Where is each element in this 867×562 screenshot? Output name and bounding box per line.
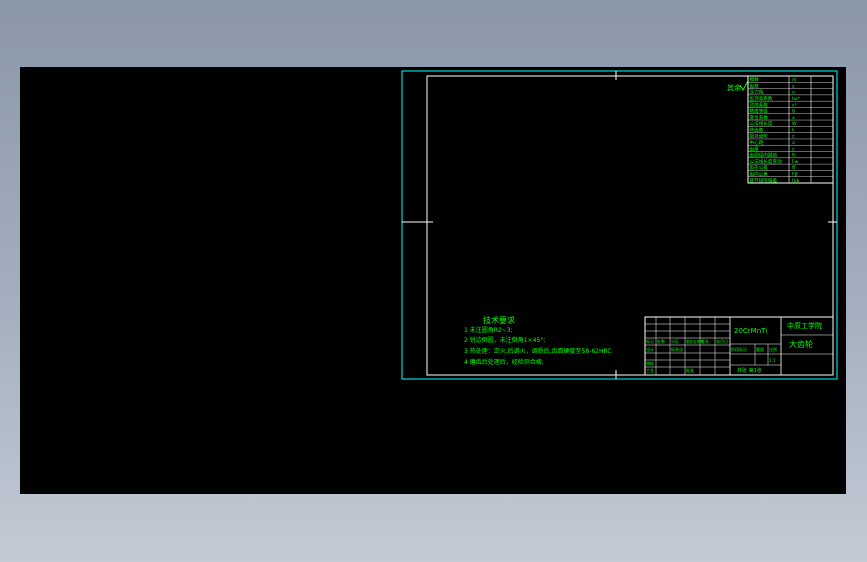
title-block-cell: 年月日 bbox=[716, 338, 728, 344]
param-label: 基节极限偏差 bbox=[750, 177, 778, 184]
param-label: 模数 bbox=[750, 76, 760, 83]
tech-requirements: 技术要求 1 未注圆角R2~3; 2 锐边倒圆，未注倒角1×45°; 3 热处理… bbox=[464, 315, 612, 366]
title-block: 20CrMnTi 中原工学院 大齿轮 共张 第1张 标记 处数 分区 更改文件号… bbox=[644, 316, 834, 376]
param-label: 精度等级 bbox=[750, 108, 769, 115]
model-viewport[interactable]: 其余 模数 m 齿数 z 压力角 α 齿顶高系数 ha* 顶隙系数 c* 精度等级 8 变位系数 x 公法线… bbox=[20, 67, 846, 494]
param-label: 跨齿数 bbox=[750, 126, 764, 133]
title-block-cell: 标记 bbox=[646, 338, 654, 344]
title-block-cell: 阶段标记 bbox=[731, 346, 747, 352]
title-block-cell: 批准 bbox=[686, 367, 694, 373]
cad-drawing: 其余 模数 m齿数 z压力角 α齿顶高系数 ha*顶隙系数 c*精度等级 8变位系数 x公法线… bbox=[401, 70, 838, 380]
param-label: 齿圈径向跳动 bbox=[750, 152, 778, 159]
title-block-company: 中原工学院 bbox=[787, 321, 822, 330]
title-block-cell: 签名 bbox=[701, 338, 709, 344]
param-label: 配对齿轮 bbox=[750, 133, 769, 140]
tech-requirement-1: 1 未注圆角R2~3; bbox=[464, 326, 513, 334]
param-label: 公法线长度变动 bbox=[750, 158, 783, 165]
param-label: 公法线长度 bbox=[750, 120, 773, 127]
param-label: 齿数 bbox=[750, 82, 760, 89]
tech-requirement-2: 2 锐边倒圆，未注倒角1×45°; bbox=[464, 336, 545, 344]
roughness-symbol-icon bbox=[739, 80, 749, 91]
param-label: 齿向公差 bbox=[750, 171, 769, 178]
title-block-part-name: 大齿轮 bbox=[789, 339, 813, 349]
title-block-material: 20CrMnTi bbox=[734, 327, 767, 335]
param-label: 中心距 bbox=[750, 139, 764, 146]
title-block-cell: 工艺 bbox=[646, 368, 654, 373]
title-block-cell: 标准化 bbox=[671, 346, 683, 352]
title-block-cell: 比例 bbox=[769, 346, 777, 352]
title-block-cell: 分区 bbox=[671, 338, 679, 344]
title-block-cell: 审核 bbox=[646, 360, 654, 366]
tech-requirement-3: 3 热处理：正火,后调火，调质后,齿面硬度至58-62HRC bbox=[464, 347, 612, 355]
param-value: fpb bbox=[792, 178, 800, 184]
surface-mark: 其余 bbox=[727, 83, 741, 92]
title-block-cell: 重量 bbox=[756, 346, 764, 352]
param-label: 压力角 bbox=[750, 89, 764, 96]
title-block-cell: 设计 bbox=[646, 346, 654, 352]
title-block-sheet-info: 共张 第1张 bbox=[737, 367, 762, 374]
param-label: 顶隙系数 bbox=[750, 101, 769, 108]
param-label: 齿顶高系数 bbox=[750, 95, 773, 102]
tech-requirement-4: 4 磨齿后处理后，经检测合格; bbox=[464, 358, 544, 366]
param-label: 变位系数 bbox=[750, 114, 769, 121]
param-label: 齿形公差 bbox=[750, 164, 769, 171]
title-block-cell: 1:1 bbox=[769, 358, 776, 363]
tech-requirements-title: 技术要求 bbox=[483, 315, 515, 325]
title-block-cell: 处数 bbox=[657, 338, 665, 344]
param-table: 模数 m齿数 z压力角 α齿顶高系数 ha*顶隙系数 c*精度等级 8变位系数 x公法线长度 W… bbox=[747, 75, 834, 184]
